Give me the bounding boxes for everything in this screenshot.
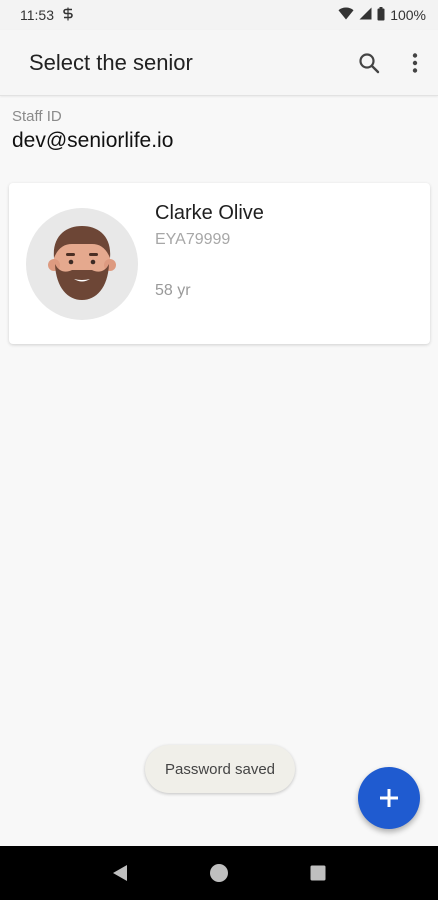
senior-name: Clarke Olive: [155, 202, 264, 224]
toast-message: Password saved: [145, 745, 295, 793]
nav-back-button[interactable]: [100, 853, 140, 893]
bearded-man-avatar-icon: [48, 226, 116, 300]
staff-info: Staff ID dev@seniorlife.io: [12, 108, 173, 153]
avatar: [26, 208, 138, 320]
page-title: Select the senior: [29, 49, 193, 75]
notification-s-icon: [62, 7, 74, 24]
nav-home-button[interactable]: [199, 853, 239, 893]
more-options-button[interactable]: [392, 40, 438, 86]
status-time: 11:53: [20, 7, 54, 23]
plus-icon: [380, 789, 398, 807]
search-button[interactable]: [346, 40, 392, 86]
senior-age: 58 yr: [155, 282, 191, 299]
back-triangle-icon: [112, 865, 127, 881]
battery-percent: 100%: [390, 7, 426, 23]
signal-icon: [359, 7, 372, 23]
app-bar-actions: [346, 40, 438, 86]
app-bar: Select the senior: [0, 30, 438, 96]
status-bar: 11:53 100%: [0, 0, 438, 30]
status-left: 11:53: [20, 7, 74, 24]
add-senior-button[interactable]: [358, 767, 420, 829]
battery-icon: [377, 6, 385, 24]
recents-square-icon: [310, 865, 326, 881]
wifi-icon: [338, 7, 354, 23]
status-right: 100%: [338, 6, 426, 24]
staff-id-value: dev@seniorlife.io: [12, 129, 174, 152]
senior-id: EYA79999: [155, 231, 231, 248]
senior-card[interactable]: Clarke Olive EYA79999 58 yr: [9, 183, 430, 344]
home-circle-icon: [209, 864, 228, 882]
search-icon: [359, 52, 380, 73]
staff-id-label: Staff ID: [12, 108, 62, 125]
nav-recents-button[interactable]: [298, 853, 338, 893]
system-nav-bar: [0, 846, 438, 900]
more-vert-icon: [412, 52, 418, 73]
